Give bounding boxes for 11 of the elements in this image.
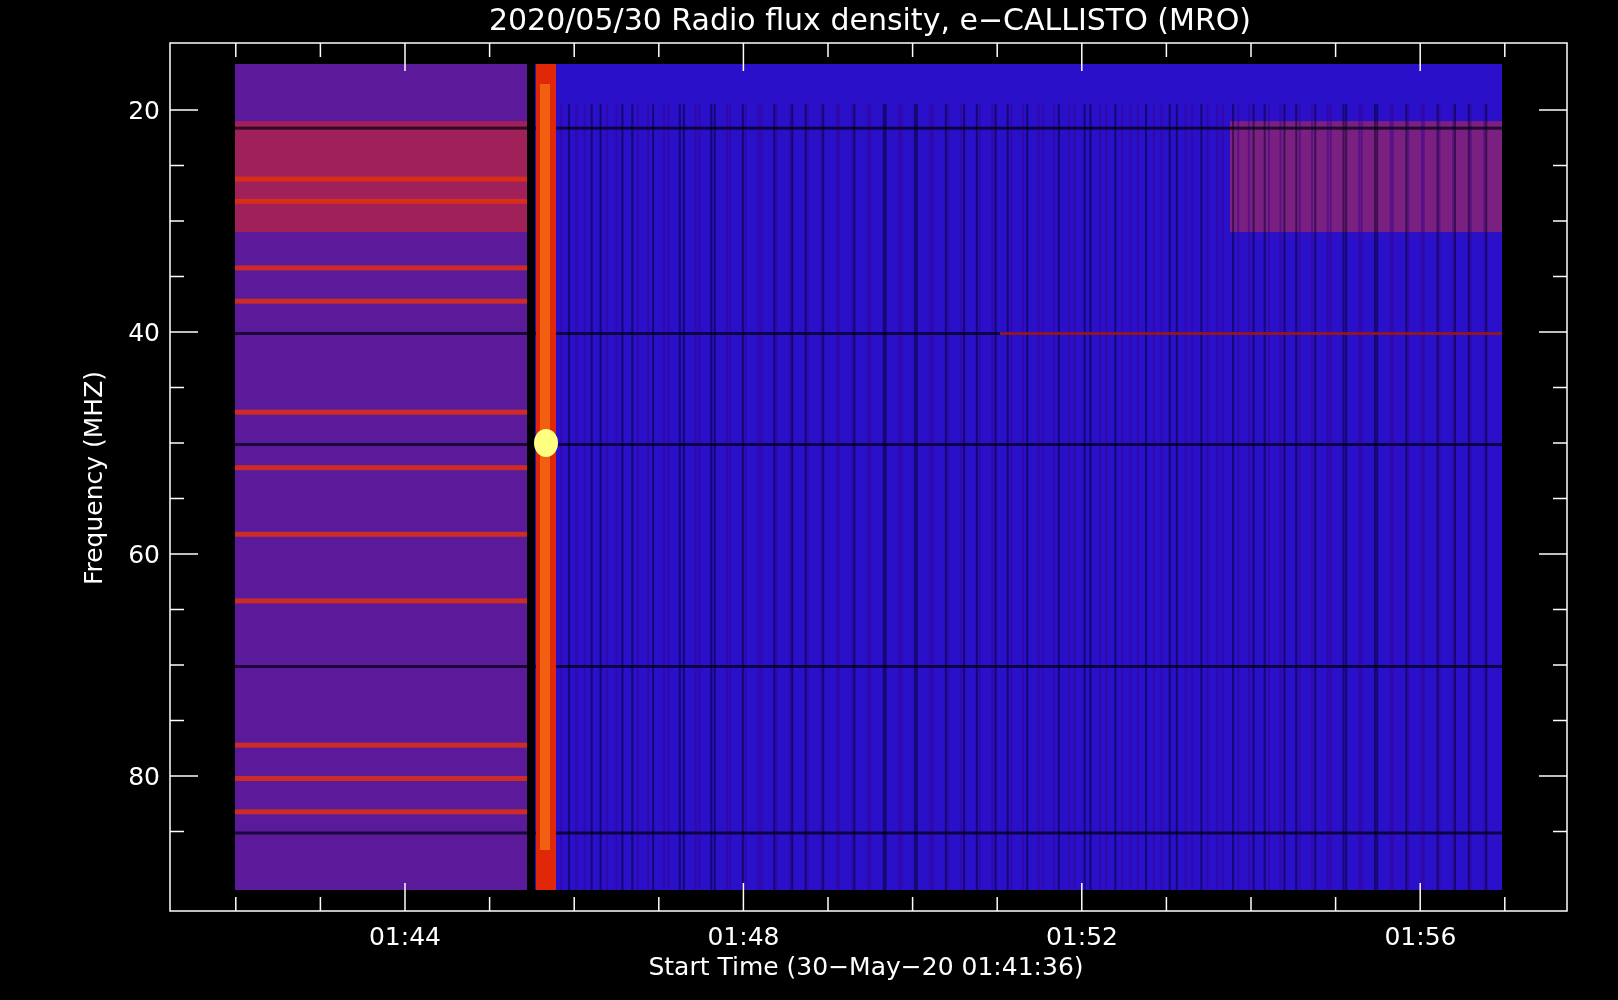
x-axis-label: Start Time (30−May−20 01:41:36) xyxy=(648,952,1084,981)
y-tick-label: 80 xyxy=(128,762,160,791)
y-tick-label: 60 xyxy=(128,540,160,569)
x-tick-label: 01:44 xyxy=(369,922,441,951)
x-tick-label: 01:52 xyxy=(1046,922,1118,951)
x-tick-label: 01:48 xyxy=(707,922,780,951)
chart-title: 2020/05/30 Radio flux density, e−CALLISTO (MRO) xyxy=(488,2,1252,37)
y-axis-label: Frequency (MHZ) xyxy=(79,370,108,586)
y-tick-label: 20 xyxy=(128,96,160,125)
x-tick-label: 01:56 xyxy=(1384,922,1457,951)
y-tick-label: 40 xyxy=(128,318,160,347)
